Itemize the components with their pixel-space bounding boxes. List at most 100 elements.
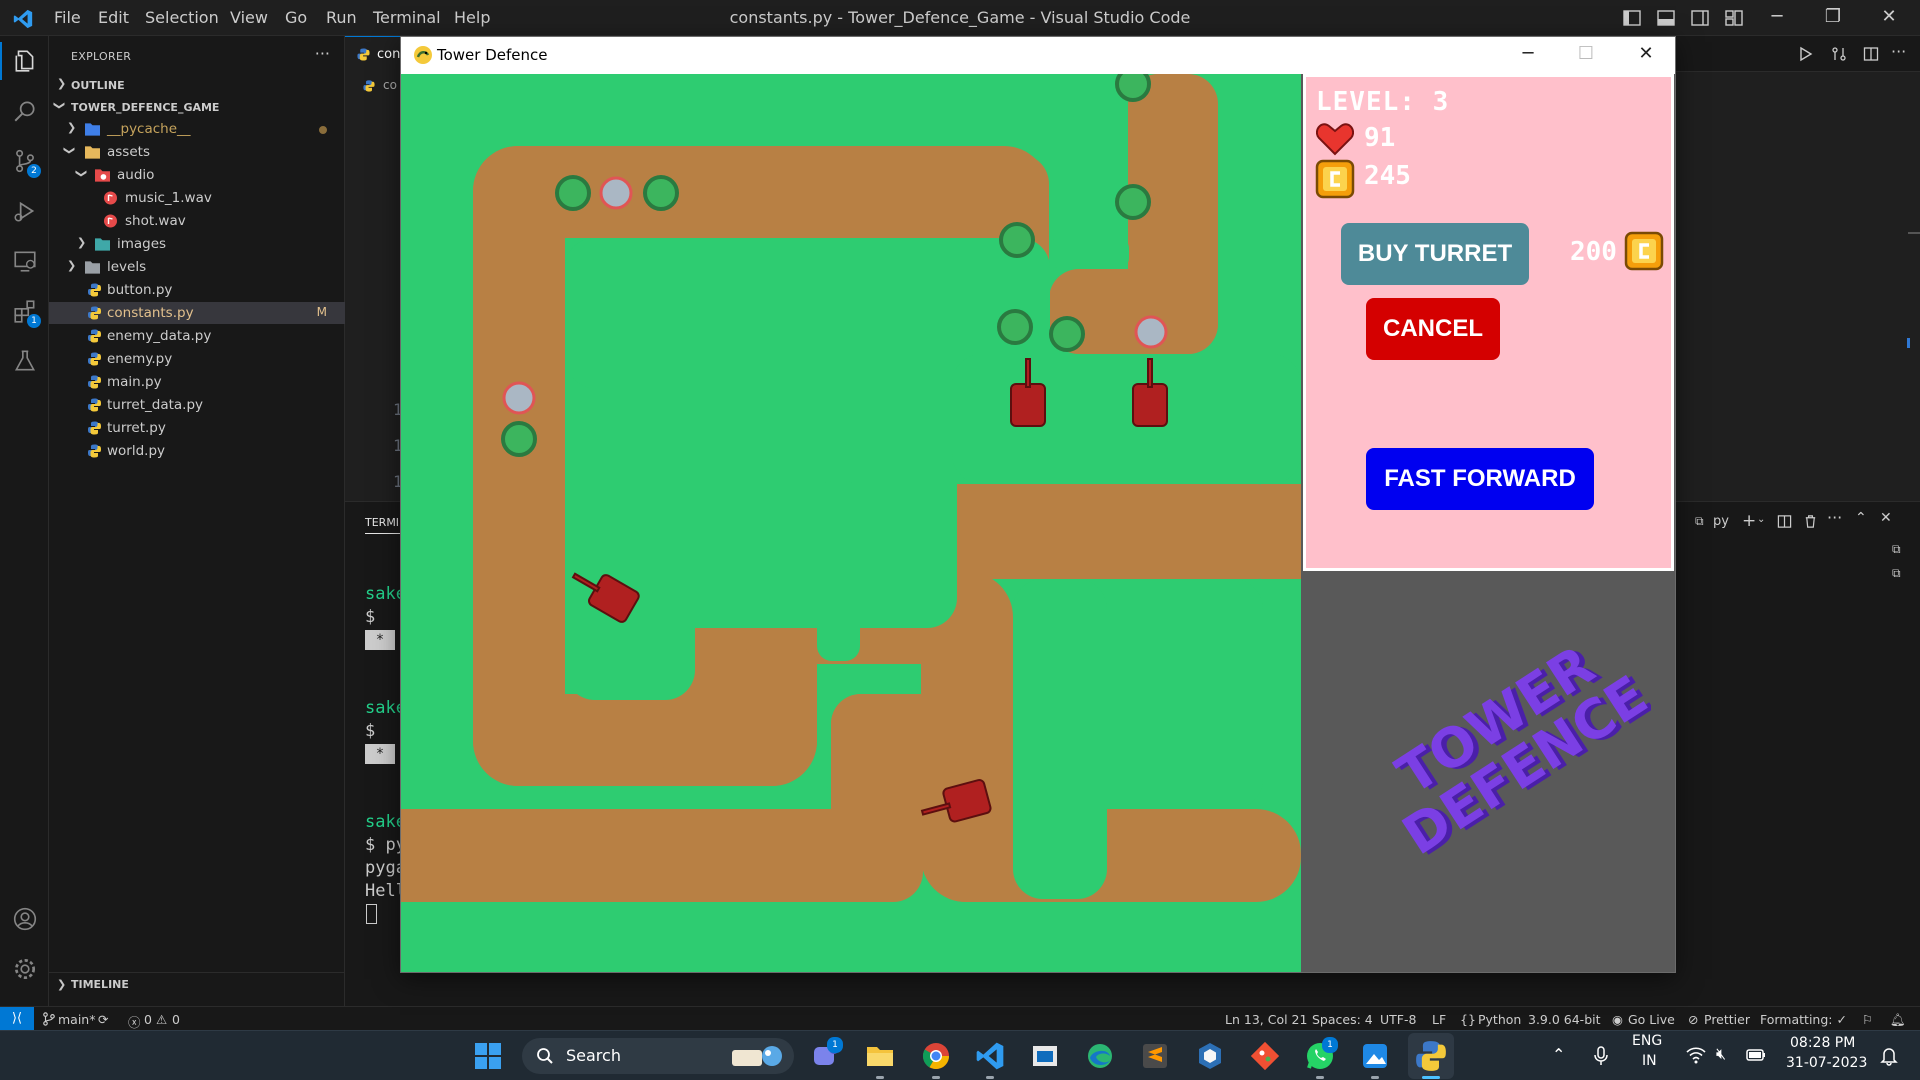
menu-selection[interactable]: Selection <box>145 8 219 27</box>
more-actions-icon[interactable]: ··· <box>315 44 330 63</box>
braces-icon[interactable]: {} <box>1460 1012 1476 1027</box>
tree-item-enemy-data-py[interactable]: enemy_data.py <box>49 325 345 347</box>
game-map[interactable] <box>401 74 1301 972</box>
warning-icon[interactable]: ⚠ <box>156 1012 167 1027</box>
editor-more-actions-icon[interactable]: ··· <box>1891 42 1906 61</box>
git-gui-icon[interactable] <box>1249 1040 1281 1072</box>
tree-item-levels[interactable]: ❯ levels <box>49 256 345 278</box>
broadcast-icon[interactable]: ◉ <box>1612 1012 1623 1027</box>
toggle-primary-sidebar-icon[interactable] <box>1622 8 1642 28</box>
end-of-line[interactable]: LF <box>1432 1012 1446 1027</box>
menu-go[interactable]: Go <box>285 8 307 27</box>
show-hidden-icons-icon[interactable]: ⌃ <box>1552 1045 1565 1064</box>
panel-more-actions-icon[interactable]: ··· <box>1827 508 1842 527</box>
virtualbox-icon[interactable] <box>1194 1040 1226 1072</box>
prettier-check-icon[interactable]: ⊘ <box>1688 1012 1698 1027</box>
maximize-panel-icon[interactable]: ⌃ <box>1855 510 1867 526</box>
volume-muted-icon[interactable]: 🔇︎ <box>1716 1044 1726 1064</box>
explorer-icon[interactable] <box>12 48 38 74</box>
game-close-button[interactable]: ✕ <box>1631 43 1661 67</box>
tree-item-music-wav[interactable]: music_1.wav <box>49 187 345 209</box>
menu-edit[interactable]: Edit <box>98 8 129 27</box>
python-taskbar-icon[interactable] <box>1415 1040 1447 1072</box>
input-region[interactable]: IN <box>1642 1053 1657 1069</box>
close-button[interactable]: ✕ <box>1876 6 1902 30</box>
python-interpreter[interactable]: 3.9.0 64-bit <box>1528 1012 1601 1027</box>
tree-item-audio[interactable]: ❯ audio <box>49 164 345 186</box>
close-panel-icon[interactable]: ✕ <box>1880 510 1892 526</box>
game-maximize-button[interactable]: ☐ <box>1571 43 1601 67</box>
indentation[interactable]: Spaces: 4 <box>1312 1012 1373 1027</box>
run-python-icon[interactable] <box>1797 46 1813 62</box>
tree-item-images[interactable]: ❯ images <box>49 233 345 255</box>
tree-item-turret-py[interactable]: turret.py <box>49 417 345 439</box>
remote-explorer-icon[interactable] <box>12 248 38 274</box>
photos-icon[interactable] <box>1359 1040 1391 1072</box>
menu-file[interactable]: File <box>54 8 81 27</box>
game-minimize-button[interactable]: ─ <box>1513 43 1543 67</box>
tree-item-world-py[interactable]: world.py <box>49 440 345 462</box>
fast-forward-button[interactable]: FAST FORWARD <box>1366 448 1594 510</box>
tree-item-turret-data-py[interactable]: turret_data.py <box>49 394 345 416</box>
tree-item-button-py[interactable]: button.py <box>49 279 345 301</box>
breadcrumb[interactable]: co <box>383 78 397 92</box>
split-terminal-icon[interactable] <box>1777 514 1792 529</box>
warnings-count[interactable]: 0 <box>172 1012 180 1027</box>
toggle-panel-icon[interactable] <box>1656 8 1676 28</box>
account-icon[interactable] <box>12 906 38 932</box>
tree-item-pycache[interactable]: ❯ __pycache__ <box>49 118 345 140</box>
tree-item-constants-py[interactable]: constants.py M <box>49 302 345 324</box>
cancel-button[interactable]: CANCEL <box>1366 298 1500 360</box>
terminal-instance-icon[interactable]: ⧉ <box>1892 542 1901 557</box>
menu-terminal[interactable]: Terminal <box>373 8 441 27</box>
edge-icon[interactable] <box>1084 1040 1116 1072</box>
prettier-status[interactable]: Prettier <box>1704 1012 1750 1027</box>
vscode-taskbar-icon[interactable] <box>974 1040 1006 1072</box>
notifications-bell-icon[interactable]: 🔔︎ <box>1890 1012 1906 1028</box>
terminal-shell-label[interactable]: py <box>1713 514 1729 529</box>
feedback-icon[interactable]: ⚐ <box>1862 1012 1873 1027</box>
windows-start-icon[interactable] <box>472 1040 504 1072</box>
clock-date[interactable]: 31-07-2023 <box>1786 1055 1867 1071</box>
menu-view[interactable]: View <box>230 8 268 27</box>
terminal-instance-icon[interactable]: ⧉ <box>1892 566 1901 581</box>
game-canvas[interactable]: LEVEL: 3 91 245 BUY TURRET 200 CANCEL FA… <box>401 74 1675 972</box>
tree-item-shot-wav[interactable]: shot.wav <box>49 210 345 232</box>
taskbar-search-box[interactable]: Search <box>522 1038 794 1074</box>
sync-icon[interactable]: ⟳ <box>98 1012 108 1027</box>
minimize-button[interactable]: ─ <box>1764 6 1790 30</box>
encoding[interactable]: UTF-8 <box>1380 1012 1416 1027</box>
toggle-secondary-sidebar-icon[interactable] <box>1690 8 1710 28</box>
compare-changes-icon[interactable] <box>1831 46 1847 62</box>
error-icon[interactable]: ⓧ <box>128 1012 141 1031</box>
notification-bell-icon[interactable] <box>1880 1046 1898 1066</box>
chevron-down-icon[interactable]: ⌄ <box>1757 514 1765 525</box>
buy-turret-button[interactable]: BUY TURRET <box>1341 223 1529 285</box>
wifi-icon[interactable] <box>1686 1046 1706 1064</box>
file-explorer-icon[interactable] <box>864 1040 896 1072</box>
sublime-text-icon[interactable] <box>1139 1040 1171 1072</box>
project-section-header[interactable]: ❯ TOWER_DEFENCE_GAME <box>49 96 345 118</box>
formatting-status[interactable]: Formatting: ✓ <box>1760 1012 1847 1027</box>
split-editor-icon[interactable] <box>1863 46 1879 62</box>
testing-flask-icon[interactable] <box>12 348 38 374</box>
git-branch[interactable]: main* <box>58 1012 95 1027</box>
language-mode[interactable]: Python <box>1478 1012 1521 1027</box>
input-language[interactable]: ENG <box>1632 1033 1662 1049</box>
problems-count[interactable]: 0 <box>144 1012 152 1027</box>
remote-indicator-icon[interactable]: ⟩⟨ <box>0 1007 34 1031</box>
editor-tab-active[interactable]: con <box>345 36 405 72</box>
new-terminal-plus-icon[interactable]: + <box>1742 511 1756 531</box>
customize-layout-icon[interactable] <box>1724 8 1744 28</box>
menu-run[interactable]: Run <box>326 8 357 27</box>
terminal-shell-icon[interactable]: ⧉ <box>1695 514 1704 529</box>
cursor-position[interactable]: Ln 13, Col 21 <box>1225 1012 1307 1027</box>
settings-gear-icon[interactable] <box>12 956 38 982</box>
outline-section-header[interactable]: ❯ OUTLINE <box>49 74 345 96</box>
chrome-icon[interactable] <box>920 1040 952 1072</box>
microphone-icon[interactable] <box>1592 1045 1610 1067</box>
menu-help[interactable]: Help <box>454 8 490 27</box>
tree-item-enemy-py[interactable]: enemy.py <box>49 348 345 370</box>
tree-item-main-py[interactable]: main.py <box>49 371 345 393</box>
go-live-button[interactable]: Go Live <box>1628 1012 1675 1027</box>
